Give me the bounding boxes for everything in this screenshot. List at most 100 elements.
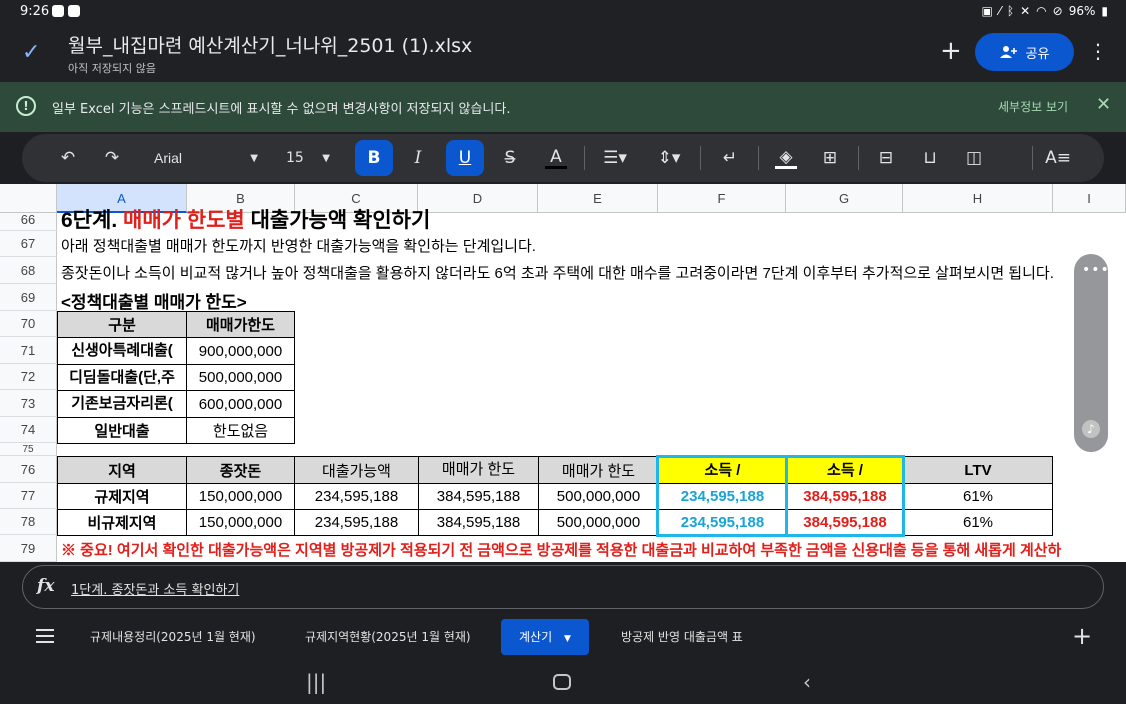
floating-scroll-handle[interactable]: ••• ♪ xyxy=(1074,254,1109,452)
ltv-cell[interactable]: 61% xyxy=(903,509,1053,536)
heading-prefix: 6단계. xyxy=(61,209,123,232)
italic-button[interactable]: I xyxy=(400,140,436,176)
region-cell[interactable]: 비규제지역 xyxy=(57,509,187,536)
bold-button[interactable]: B xyxy=(355,140,393,176)
row-header[interactable]: 78 xyxy=(0,509,57,535)
back-icon[interactable]: ‹ xyxy=(803,670,811,694)
main-header-ltv[interactable]: LTV xyxy=(903,456,1053,484)
heading-highlight: 매매가 한도별 xyxy=(123,209,245,232)
row-header[interactable]: 73 xyxy=(0,390,57,417)
policy-header-limit[interactable]: 매매가한도 xyxy=(186,311,295,338)
formula-content[interactable]: 1단계. 종잣돈과 소득 확인하기 xyxy=(71,579,239,598)
policy-limit-cell[interactable]: 600,000,000 xyxy=(186,390,295,418)
row-header[interactable]: 71 xyxy=(0,337,57,364)
insert-column-icon[interactable]: ◫ xyxy=(956,140,992,176)
row-header[interactable]: 75 xyxy=(0,443,57,456)
policy-name-cell[interactable]: 일반대출 xyxy=(57,417,187,444)
fill-color-button[interactable]: ◈ xyxy=(768,140,804,176)
policy-name-cell[interactable]: 기존보금자리론( xyxy=(57,390,187,418)
loanable-cell[interactable]: 234,595,188 xyxy=(294,483,419,510)
close-icon[interactable]: ✕ xyxy=(1096,94,1111,115)
tab-regulated-areas[interactable]: 규제지역현황(2025년 1월 현재) xyxy=(305,628,471,645)
row-header[interactable]: 67 xyxy=(0,231,57,257)
divider xyxy=(858,146,859,170)
price-reflected-cell[interactable]: 384,595,188 xyxy=(418,483,539,510)
text-format-icon[interactable]: A≡ xyxy=(1040,140,1076,176)
seed-cell[interactable]: 150,000,000 xyxy=(186,509,295,536)
formula-bar[interactable]: fx 1단계. 종잣돈과 소득 확인하기 xyxy=(22,565,1104,609)
chat-notification-icon xyxy=(52,5,64,17)
selection-highlight-f xyxy=(656,455,788,537)
select-all-corner[interactable] xyxy=(0,184,57,213)
font-size-value: 15 xyxy=(286,150,304,166)
align-horizontal-icon[interactable]: ☰▾ xyxy=(596,140,634,176)
details-link[interactable]: 세부정보 보기 xyxy=(998,98,1068,115)
loanable-cell[interactable]: 234,595,188 xyxy=(294,509,419,536)
font-family-select[interactable]: Arial ▼ xyxy=(146,140,266,176)
step6-description: 아래 정책대출별 매매가 한도까지 반영한 대출가능액을 확인하는 단계입니다. xyxy=(61,238,536,255)
compatibility-notice: ! 일부 Excel 기능은 스프레드시트에 표시할 수 없으며 변경사항이 저… xyxy=(0,82,1126,132)
underline-button[interactable]: U xyxy=(446,140,484,176)
tab-calculator-label: 계산기 xyxy=(519,630,553,644)
region-cell[interactable]: 규제지역 xyxy=(57,483,187,510)
column-header-h[interactable]: H xyxy=(903,184,1053,213)
wrap-text-icon[interactable]: ↵ xyxy=(712,140,748,176)
main-header-price-limit[interactable]: 매매가 한도 xyxy=(538,456,659,484)
column-header-d[interactable]: D xyxy=(418,184,538,213)
policy-header-category[interactable]: 구분 xyxy=(57,311,187,338)
main-header-seed[interactable]: 종잣돈 xyxy=(186,456,295,484)
home-icon[interactable] xyxy=(553,674,571,690)
price-limit-cell[interactable]: 500,000,000 xyxy=(538,509,659,536)
status-bar: 9:26 ▣ ⁄ ᛒ ✕ ◠ ⊘ 96% ▮ xyxy=(0,0,1126,24)
tab-deduction-table[interactable]: 방공제 반영 대출금액 표 xyxy=(621,628,743,645)
chevron-down-icon: ▼ xyxy=(322,152,330,164)
step6-heading: 6단계. 매매가 한도별 대출가능액 확인하기 xyxy=(61,208,430,234)
add-sheet-icon[interactable]: + xyxy=(1072,622,1092,650)
tab-regulation-summary[interactable]: 규제내용정리(2025년 1월 현재) xyxy=(90,628,256,645)
main-header-price-limit-reflected[interactable]: 매매가 한도 xyxy=(418,456,539,484)
main-header-region[interactable]: 지역 xyxy=(57,456,187,484)
tab-calculator[interactable]: 계산기 ▼ xyxy=(501,619,589,655)
recent-apps-icon[interactable]: ||| xyxy=(306,670,326,694)
ltv-cell[interactable]: 61% xyxy=(903,483,1053,510)
strikethrough-icon[interactable]: S̶ xyxy=(492,140,528,176)
row-header[interactable]: 68 xyxy=(0,257,57,284)
undo-icon[interactable]: ↶ xyxy=(50,140,86,176)
add-icon[interactable]: + xyxy=(940,36,962,66)
policy-limit-cell[interactable]: 한도없음 xyxy=(186,417,295,444)
row-header[interactable]: 74 xyxy=(0,417,57,443)
align-vertical-icon[interactable]: ⇕▾ xyxy=(650,140,688,176)
row-header[interactable]: 72 xyxy=(0,364,57,390)
more-options-icon[interactable]: ⋮ xyxy=(1088,38,1108,64)
wifi-icon: ◠ xyxy=(1036,4,1047,18)
chevron-down-icon: ▼ xyxy=(250,152,258,164)
font-size-select[interactable]: 15 ▼ xyxy=(280,140,336,176)
policy-name-cell[interactable]: 디딤돌대출(단,주 xyxy=(57,364,187,391)
column-header-i[interactable]: I xyxy=(1053,184,1126,213)
column-header-f[interactable]: F xyxy=(658,184,786,213)
insert-cell-icon[interactable]: ⊔ xyxy=(912,140,948,176)
redo-icon[interactable]: ↷ xyxy=(94,140,130,176)
policy-limit-cell[interactable]: 900,000,000 xyxy=(186,337,295,365)
text-color-button[interactable]: A xyxy=(538,140,574,176)
row-header[interactable]: 76 xyxy=(0,456,57,483)
row-header[interactable]: 70 xyxy=(0,311,57,337)
policy-limit-cell[interactable]: 500,000,000 xyxy=(186,364,295,391)
row-header[interactable]: 77 xyxy=(0,483,57,509)
price-limit-cell[interactable]: 500,000,000 xyxy=(538,483,659,510)
borders-icon[interactable]: ⊞ xyxy=(812,140,848,176)
column-header-e[interactable]: E xyxy=(538,184,658,213)
row-header[interactable]: 66 xyxy=(0,213,57,231)
row-header[interactable]: 79 xyxy=(0,535,57,562)
done-check-icon[interactable]: ✓ xyxy=(22,40,40,65)
insert-row-icon[interactable]: ⊟ xyxy=(868,140,904,176)
price-reflected-cell[interactable]: 384,595,188 xyxy=(418,509,539,536)
column-header-g[interactable]: G xyxy=(786,184,903,213)
share-button[interactable]: 공유 xyxy=(975,33,1074,71)
policy-name-cell[interactable]: 신생아특례대출( xyxy=(57,337,187,365)
main-header-loanable[interactable]: 대출가능액 xyxy=(294,456,419,484)
seed-cell[interactable]: 150,000,000 xyxy=(186,483,295,510)
sheet-list-icon[interactable] xyxy=(36,629,54,647)
spreadsheet-grid[interactable]: A B C D E F G H I 66 67 68 69 70 71 72 7… xyxy=(0,184,1126,562)
row-header[interactable]: 69 xyxy=(0,284,57,311)
